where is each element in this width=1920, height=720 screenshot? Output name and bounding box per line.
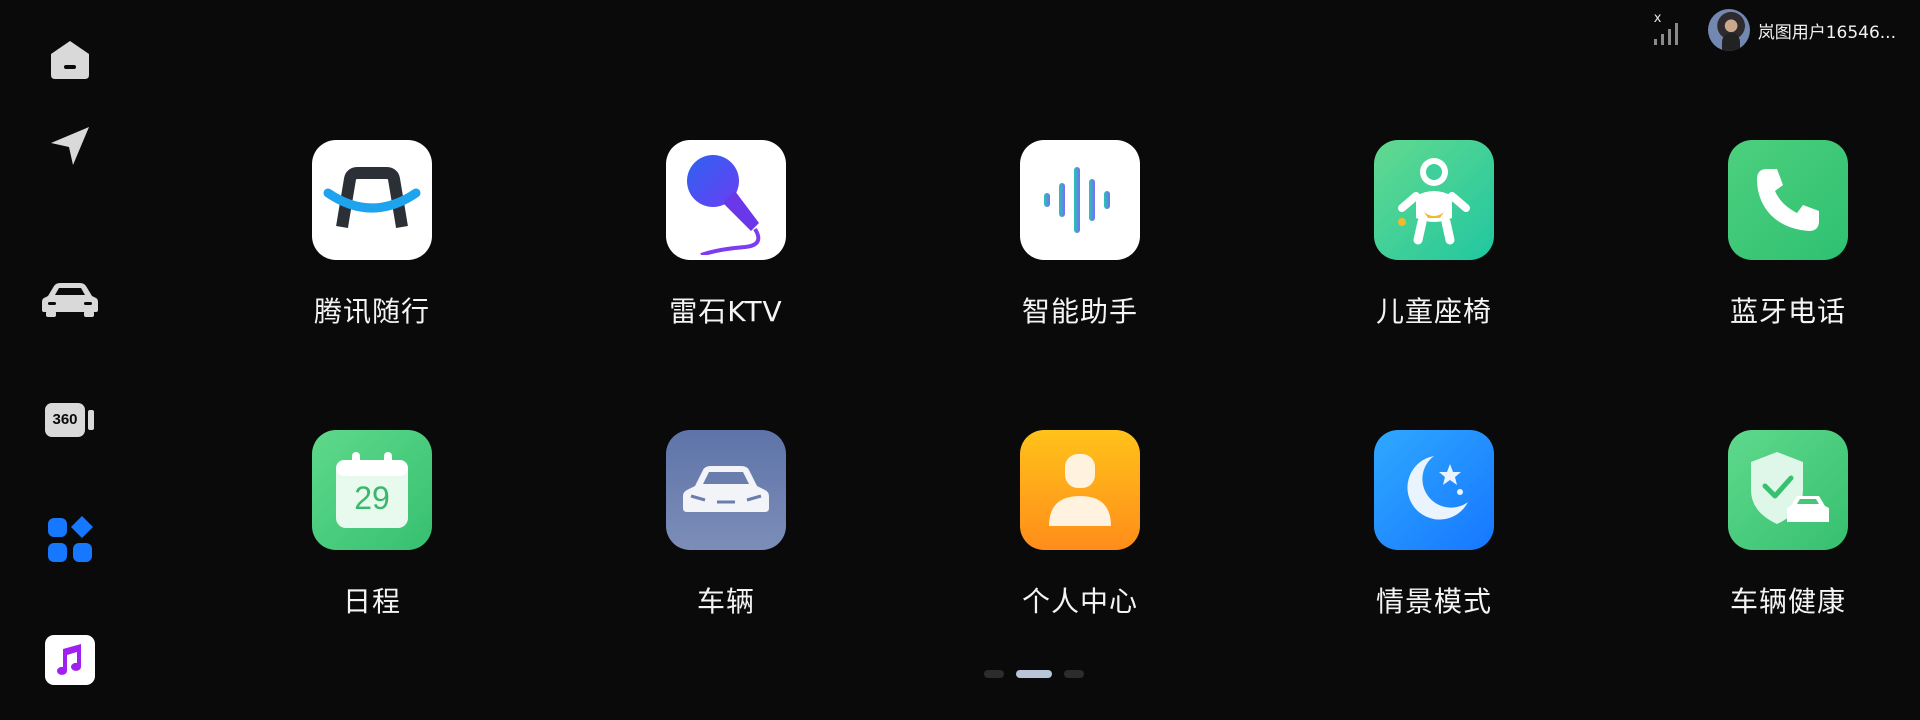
app-label: 蓝牙电话 [1729, 295, 1846, 328]
app-personal-center[interactable]: 个人中心 [970, 430, 1190, 640]
app-label: 雷石KTV [669, 295, 783, 328]
page-indicator [984, 670, 1084, 678]
microphone-icon [666, 140, 786, 260]
page-dot-2-active[interactable] [1016, 670, 1052, 678]
dock-music[interactable] [40, 630, 100, 690]
app-label: 车辆 [696, 585, 755, 618]
car-icon [40, 278, 100, 318]
app-tencent-suixing[interactable]: 腾讯随行 [262, 140, 482, 350]
app-smart-assistant[interactable]: 智能助手 [970, 140, 1190, 350]
dock-vehicle[interactable] [38, 268, 102, 328]
voice-wave-icon [1020, 140, 1140, 260]
app-label: 腾讯随行 [313, 295, 430, 328]
navigation-arrow-icon [47, 123, 93, 169]
home-screen: 360 x 岚图用户16546... 腾讯随行 雷石KTV 智能助手 儿童座椅 … [0, 0, 1920, 720]
page-dot-1[interactable] [984, 670, 1004, 678]
person-icon [1020, 430, 1140, 550]
page-dot-3[interactable] [1064, 670, 1084, 678]
dock-apps[interactable] [40, 510, 100, 570]
app-label: 车辆健康 [1729, 585, 1846, 618]
app-vehicle[interactable]: 车辆 [616, 430, 836, 640]
app-schedule[interactable]: 29 日程 [262, 430, 482, 640]
left-dock: 360 [0, 0, 140, 720]
tencent-suixing-icon [312, 140, 432, 260]
calendar-icon: 29 [312, 430, 432, 550]
music-note-icon [45, 635, 95, 685]
app-label: 智能助手 [1021, 295, 1138, 328]
app-leishi-ktv[interactable]: 雷石KTV [616, 140, 836, 350]
baby-icon [1374, 140, 1494, 260]
apps-grid-icon [46, 516, 94, 564]
camera-360-icon: 360 [45, 403, 95, 437]
app-bluetooth-phone[interactable]: 蓝牙电话 [1678, 140, 1898, 350]
dock-360-camera[interactable]: 360 [40, 390, 100, 450]
app-label: 儿童座椅 [1375, 295, 1492, 328]
app-label: 个人中心 [1021, 585, 1138, 618]
app-child-seat[interactable]: 儿童座椅 [1324, 140, 1544, 350]
dock-home[interactable] [40, 30, 100, 90]
phone-icon [1728, 140, 1848, 260]
dock-navigation[interactable] [40, 116, 100, 176]
app-grid: 腾讯随行 雷石KTV 智能助手 儿童座椅 蓝牙电话 29 日程 车辆 个人中心 … [200, 0, 1890, 720]
app-vehicle-health[interactable]: 车辆健康 [1678, 430, 1898, 640]
app-scene-mode[interactable]: 情景模式 [1324, 430, 1544, 640]
home-icon [47, 37, 93, 83]
car-front-icon [666, 430, 786, 550]
app-label: 情景模式 [1375, 585, 1492, 618]
camera-360-label: 360 [52, 411, 78, 428]
calendar-day: 29 [354, 480, 390, 516]
moon-star-icon [1374, 430, 1494, 550]
app-label: 日程 [342, 585, 401, 618]
shield-car-icon [1728, 430, 1848, 550]
